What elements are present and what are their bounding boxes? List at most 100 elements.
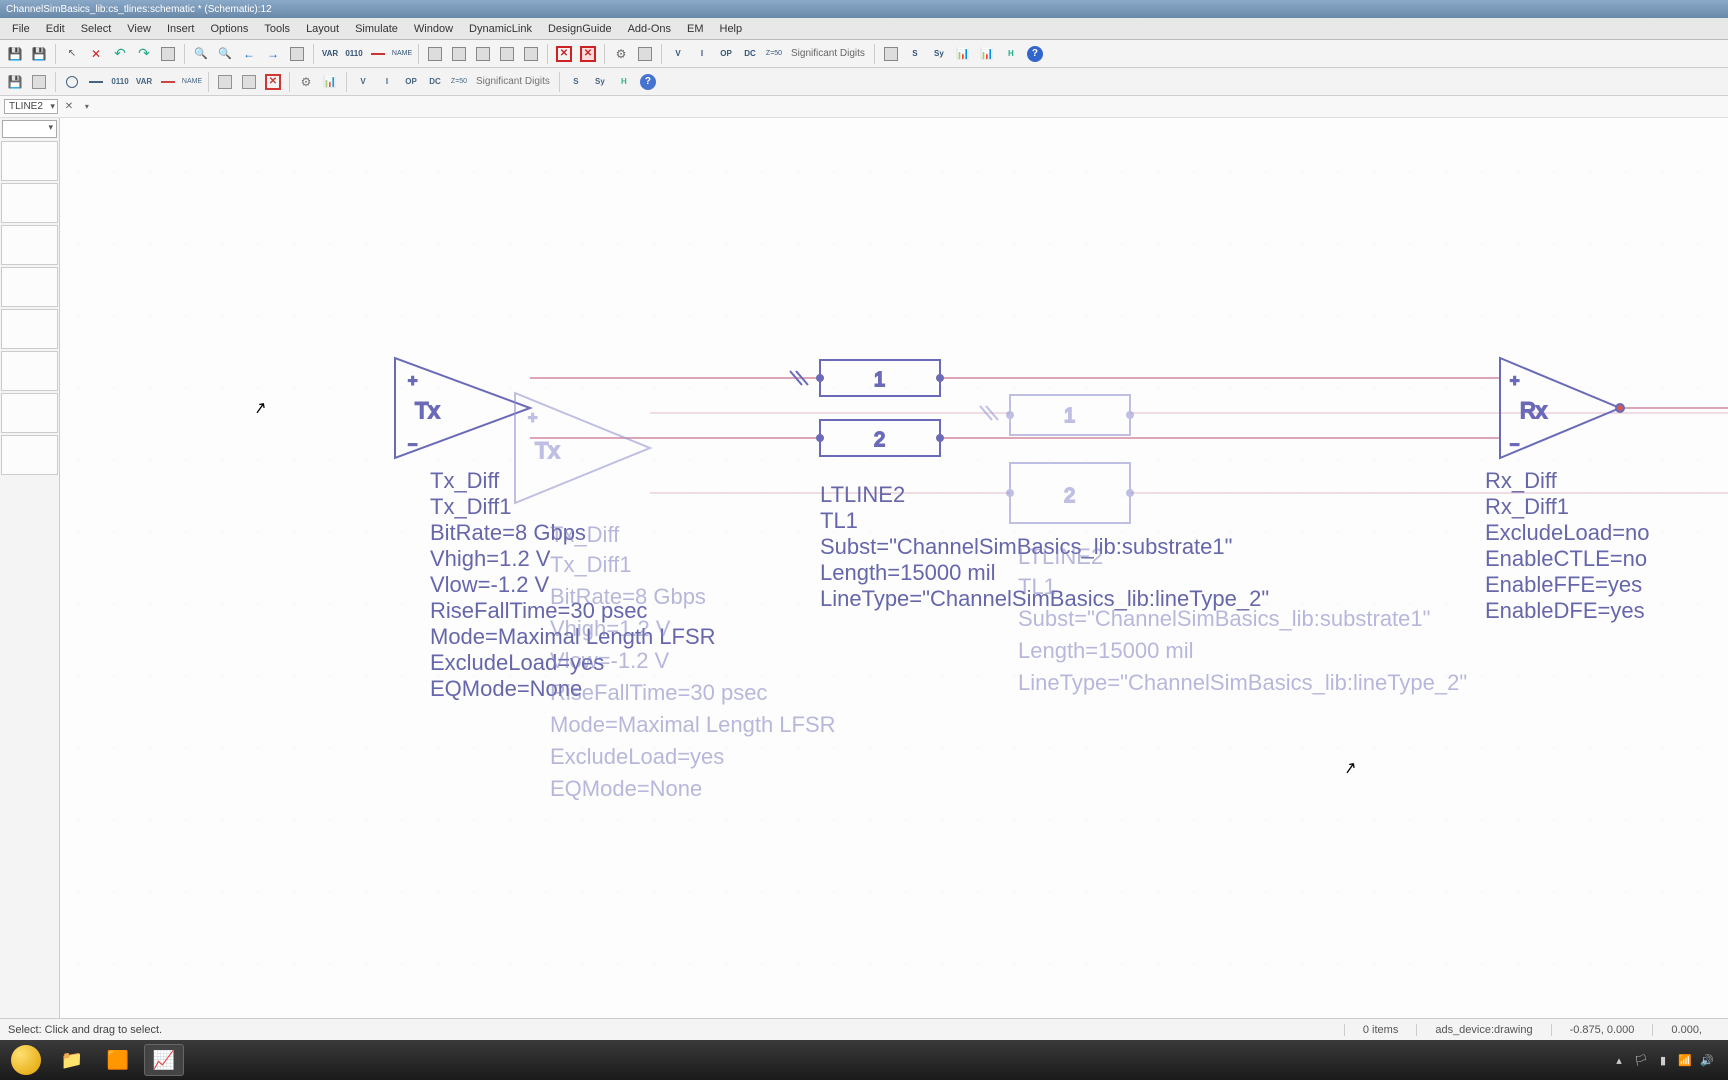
rx-name[interactable]: Rx_Diff xyxy=(1485,468,1557,494)
rotate-button[interactable] xyxy=(424,43,446,65)
deactivate-button[interactable]: ✕ xyxy=(553,43,575,65)
var-button[interactable]: VAR xyxy=(319,43,341,65)
tray-network-icon[interactable]: 📶 xyxy=(1678,1053,1692,1067)
rx-param-0[interactable]: ExcludeLoad=no xyxy=(1485,520,1650,546)
tline-param-1[interactable]: Length=15000 mil xyxy=(820,560,996,586)
sim2-button[interactable] xyxy=(295,71,317,93)
chart2-button[interactable] xyxy=(976,43,998,65)
tx-comp-inst[interactable]: Tx_Diff1 xyxy=(430,494,512,520)
tray-battery-icon[interactable]: ▮ xyxy=(1656,1053,1670,1067)
op-button[interactable]: OP xyxy=(715,43,737,65)
mirror-v-button[interactable] xyxy=(472,43,494,65)
tx-comp-name[interactable]: Tx_Diff xyxy=(430,468,499,494)
tune-button[interactable] xyxy=(634,43,656,65)
name2-button[interactable]: NAME xyxy=(181,71,203,93)
palette-item[interactable] xyxy=(1,435,58,475)
save-button-2[interactable] xyxy=(4,71,26,93)
palette-item[interactable] xyxy=(1,225,58,265)
folder-button-2[interactable] xyxy=(28,71,50,93)
palette-item[interactable] xyxy=(1,141,58,181)
palette-item[interactable] xyxy=(1,393,58,433)
save-all-button[interactable] xyxy=(28,43,50,65)
var2-button[interactable]: VAR xyxy=(133,71,155,93)
menu-tools[interactable]: Tools xyxy=(256,21,298,37)
schematic-canvas[interactable]: Tx + − Tx + 1 2 xyxy=(60,118,1728,1018)
menu-options[interactable]: Options xyxy=(202,21,256,37)
push-button[interactable] xyxy=(496,43,518,65)
h2-button[interactable]: H xyxy=(613,71,635,93)
short-button[interactable]: ✕ xyxy=(577,43,599,65)
cursor-button[interactable]: ↖ xyxy=(61,43,83,65)
tray-sound-icon[interactable]: 🔊 xyxy=(1700,1053,1714,1067)
zoom-out-button[interactable] xyxy=(214,43,236,65)
pop-button[interactable] xyxy=(520,43,542,65)
palette-item[interactable] xyxy=(1,267,58,307)
tx-param-2[interactable]: Vlow=-1.2 V xyxy=(430,572,549,598)
mirror2-button[interactable] xyxy=(238,71,260,93)
tray-flag-icon[interactable]: 🏳 xyxy=(1634,1053,1648,1067)
clear-combo-button[interactable]: ✕ xyxy=(62,101,76,112)
palette-item[interactable] xyxy=(1,309,58,349)
nav-fwd-button[interactable] xyxy=(262,43,284,65)
explorer-task[interactable]: 📁 xyxy=(52,1044,92,1076)
dropdown-btn[interactable]: ▾ xyxy=(80,102,94,111)
redo-button[interactable] xyxy=(133,43,155,65)
deact2-button[interactable]: ✕ xyxy=(262,71,284,93)
mirror-h-button[interactable] xyxy=(448,43,470,65)
tx-param-1[interactable]: Vhigh=1.2 V xyxy=(430,546,550,572)
tline-name[interactable]: LTLINE2 xyxy=(820,482,905,508)
v-button[interactable]: V xyxy=(667,43,689,65)
chart1-button[interactable] xyxy=(952,43,974,65)
simulate-button[interactable] xyxy=(610,43,632,65)
sy-button[interactable]: Sy xyxy=(928,43,950,65)
s2-button[interactable]: S xyxy=(565,71,587,93)
menu-dynamiclink[interactable]: DynamicLink xyxy=(461,21,540,37)
save-button[interactable] xyxy=(4,43,26,65)
i-button[interactable]: I xyxy=(691,43,713,65)
chart3-button[interactable] xyxy=(319,71,341,93)
menu-insert[interactable]: Insert xyxy=(159,21,203,37)
op2-button[interactable]: OP xyxy=(400,71,422,93)
app-task-2[interactable]: 📈 xyxy=(144,1044,184,1076)
tline-inst[interactable]: TL1 xyxy=(820,508,858,534)
tray-up-icon[interactable]: ▴ xyxy=(1612,1053,1626,1067)
circle-button[interactable] xyxy=(61,71,83,93)
menu-simulate[interactable]: Simulate xyxy=(347,21,406,37)
v2-button[interactable]: V xyxy=(352,71,374,93)
s-button[interactable]: S xyxy=(904,43,926,65)
hline-button[interactable] xyxy=(85,71,107,93)
help-button[interactable] xyxy=(1024,43,1046,65)
menu-layout[interactable]: Layout xyxy=(298,21,347,37)
bin-button[interactable]: 0110 xyxy=(343,43,365,65)
component-combo[interactable]: TLINE2 xyxy=(4,99,58,114)
rx-inst[interactable]: Rx_Diff1 xyxy=(1485,494,1569,520)
menu-select[interactable]: Select xyxy=(73,21,120,37)
z50-button[interactable]: Z=50 xyxy=(763,43,785,65)
h-button[interactable]: H xyxy=(1000,43,1022,65)
rx-param-3[interactable]: EnableDFE=yes xyxy=(1485,598,1645,624)
view-all-button[interactable] xyxy=(157,43,179,65)
pan-button[interactable] xyxy=(286,43,308,65)
zoom-in-button[interactable] xyxy=(190,43,212,65)
help2-button[interactable] xyxy=(637,71,659,93)
sy2-button[interactable]: Sy xyxy=(589,71,611,93)
menu-designguide[interactable]: DesignGuide xyxy=(540,21,620,37)
menu-em[interactable]: EM xyxy=(679,21,712,37)
rx-param-2[interactable]: EnableFFE=yes xyxy=(1485,572,1642,598)
bin2-button[interactable]: 0110 xyxy=(109,71,131,93)
undo-button[interactable] xyxy=(109,43,131,65)
dc2-button[interactable]: DC xyxy=(424,71,446,93)
palette-item[interactable] xyxy=(1,183,58,223)
i2-button[interactable]: I xyxy=(376,71,398,93)
app-task-1[interactable]: 🟧 xyxy=(98,1044,138,1076)
menu-file[interactable]: File xyxy=(4,21,38,37)
dc-button[interactable]: DC xyxy=(739,43,761,65)
layout-button[interactable] xyxy=(880,43,902,65)
palette-item[interactable] xyxy=(1,351,58,391)
delete-button[interactable] xyxy=(85,43,107,65)
name-button[interactable]: NAME xyxy=(391,43,413,65)
nav-back-button[interactable] xyxy=(238,43,260,65)
menu-help[interactable]: Help xyxy=(712,21,751,37)
start-button[interactable] xyxy=(6,1044,46,1076)
wire-button[interactable] xyxy=(367,43,389,65)
